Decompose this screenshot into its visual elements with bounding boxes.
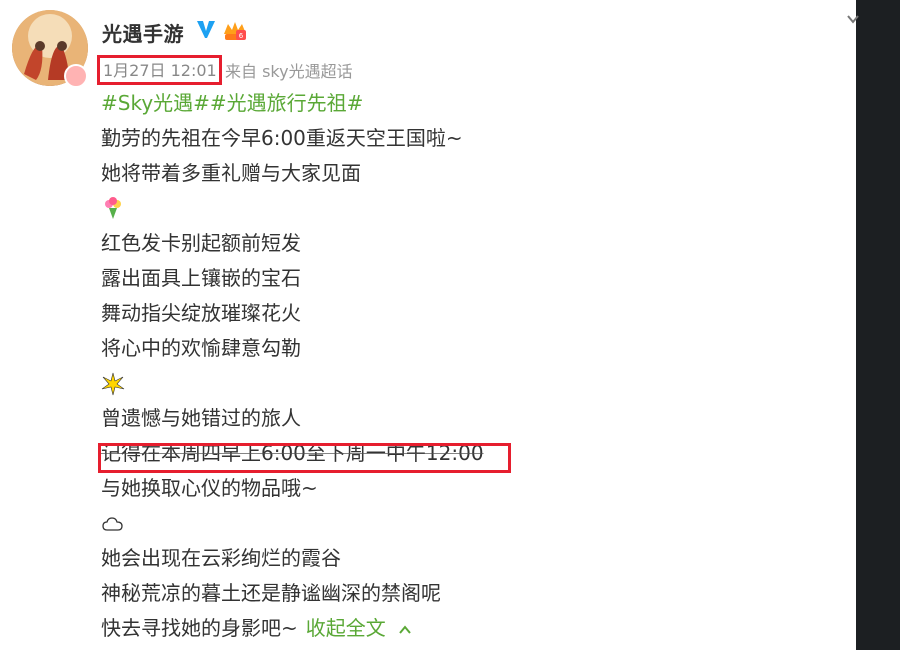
post-last-line: 快去寻找她的身影吧~ 收起全文 <box>101 611 831 646</box>
post-body: #Sky光遇##光遇旅行先祖# 勤劳的先祖在今早6:00重返天空王国啦~ 她将带… <box>101 86 831 646</box>
level-badge-icon: 6 <box>224 22 246 40</box>
bouquet-icon <box>105 196 121 219</box>
post-line: 曾遗憾与她错过的旅人 <box>101 406 301 430</box>
weibo-post-view: 光遇手游 6 1月27日 12:01 来自 sky光遇超话 #Sky光遇##光遇… <box>0 0 900 650</box>
verified-v-icon <box>197 21 215 38</box>
post-line: 与她换取心仪的物品哦~ <box>101 476 318 500</box>
author-name[interactable]: 光遇手游 <box>102 18 184 47</box>
post-line: 她将带着多重礼赠与大家见面 <box>101 161 361 185</box>
emoji-row <box>101 366 831 401</box>
date-highlight-box <box>97 55 222 85</box>
post-line: 舞动指尖绽放璀璨花火 <box>101 301 301 325</box>
chevron-up-icon[interactable] <box>398 623 412 637</box>
post-line: 红色发卡别起额前短发 <box>101 231 301 255</box>
emoji-row <box>101 191 831 226</box>
post-line: 神秘荒凉的暮土还是静谧幽深的禁阁呢 <box>101 581 441 605</box>
post-line: 勤劳的先祖在今早6:00重返天空王国啦~ <box>101 126 463 150</box>
post-source[interactable]: 来自 sky光遇超话 <box>225 58 353 82</box>
hashtag-links[interactable]: #Sky光遇##光遇旅行先祖# <box>101 86 831 121</box>
line-highlight-box <box>98 443 511 473</box>
post-line: 她会出现在云彩绚烂的霞谷 <box>101 546 341 570</box>
chevron-down-icon[interactable] <box>846 12 860 26</box>
post-line: 露出面具上镶嵌的宝石 <box>101 266 301 290</box>
post-line: 将心中的欢愉肆意勾勒 <box>101 336 301 360</box>
emoji-row <box>101 506 831 541</box>
sparkle-burst-icon <box>101 372 125 395</box>
svg-text:6: 6 <box>239 32 244 40</box>
avatar-badge <box>64 64 88 88</box>
cloud-icon <box>102 516 123 531</box>
post-line: 快去寻找她的身影吧~ <box>101 616 298 640</box>
collapse-button[interactable]: 收起全文 <box>306 616 386 640</box>
dark-side-panel <box>856 0 900 650</box>
